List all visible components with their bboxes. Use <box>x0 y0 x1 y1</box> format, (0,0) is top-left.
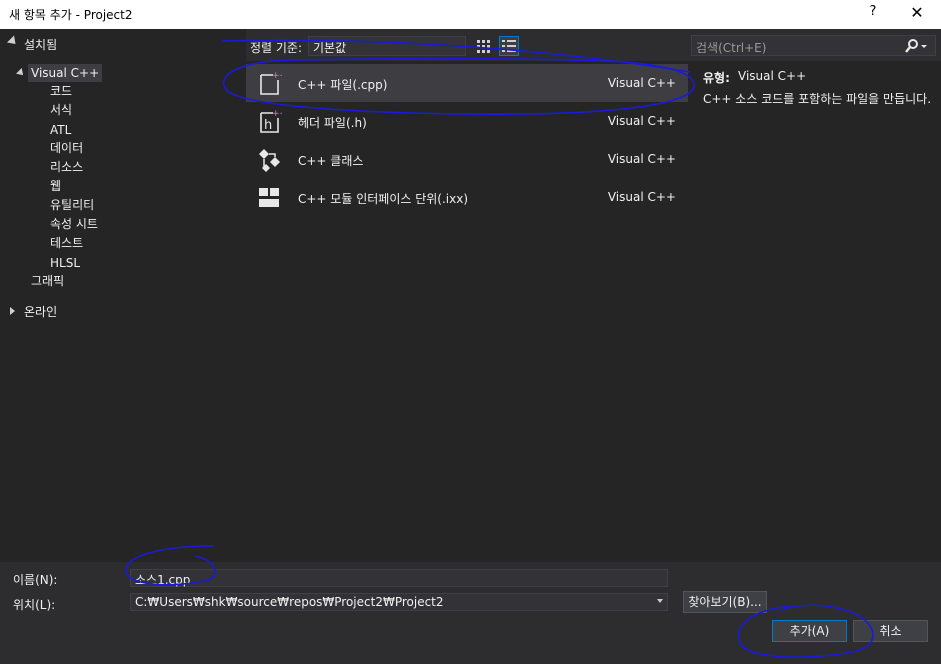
svg-text:h: h <box>264 118 272 133</box>
template-item-cpp-file[interactable]: ++ C++ 파일(.cpp) Visual C++ <box>246 64 688 102</box>
collapsed-arrow-icon[interactable] <box>10 307 15 315</box>
search-input[interactable]: 검색(Ctrl+E) <box>691 35 936 56</box>
template-item-header-file[interactable]: h ++ 헤더 파일(.h) Visual C++ <box>246 102 688 140</box>
close-button[interactable]: ✕ <box>906 3 928 25</box>
template-lang: Visual C++ <box>607 114 676 128</box>
sort-bar: 정렬 기준: 기본값 <box>246 29 688 61</box>
tree-item-web[interactable]: 웹 <box>50 177 61 195</box>
add-button[interactable]: 추가(A) <box>772 620 847 642</box>
tree-item-hlsl[interactable]: HLSL <box>50 254 80 272</box>
details-pane: 유형: Visual C++ C++ 소스 코드를 포함하는 파일을 만듭니다. <box>688 61 941 562</box>
help-button[interactable]: ? <box>864 4 882 24</box>
template-name: C++ 클래스 <box>298 154 364 168</box>
tree-item-visual-cpp[interactable]: Visual C++ <box>28 64 103 82</box>
header-file-icon: h ++ <box>260 109 282 133</box>
location-combobox[interactable]: C:₩Users₩shk₩source₩repos₩Project2₩Proje… <box>130 593 668 611</box>
browse-button[interactable]: 찾아보기(B)... <box>683 591 767 613</box>
search-placeholder: 검색(Ctrl+E) <box>696 41 767 55</box>
class-icon <box>259 149 280 172</box>
tree-item-online[interactable]: 온라인 <box>24 303 57 321</box>
module-icon <box>259 188 279 207</box>
title-bar: 새 항목 추가 - Project2 ? ✕ <box>0 0 941 29</box>
template-item-cpp-class[interactable]: C++ 클래스 Visual C++ <box>246 140 688 178</box>
template-description: C++ 소스 코드를 포함하는 파일을 만듭니다. <box>703 92 932 106</box>
tree-item-property-sheet[interactable]: 속성 시트 <box>50 215 98 233</box>
location-label: 위치(L): <box>13 598 56 612</box>
background-toolbar-strip <box>0 652 941 664</box>
cancel-button[interactable]: 취소 <box>853 620 928 642</box>
name-value: 소스1.cpp <box>135 573 191 587</box>
dropdown-arrow-icon[interactable] <box>657 599 663 603</box>
svg-text:++: ++ <box>272 71 282 81</box>
tree-item-code[interactable]: 코드 <box>50 82 72 100</box>
list-view-icon[interactable] <box>499 36 519 56</box>
tree-item-graphics[interactable]: 그래픽 <box>31 272 64 290</box>
installed-label: 설치됨 <box>24 38 58 52</box>
tree-item-resource[interactable]: 리소스 <box>50 158 83 176</box>
template-lang: Visual C++ <box>607 76 676 90</box>
location-value: C:₩Users₩shk₩source₩repos₩Project2₩Proje… <box>135 595 444 609</box>
expanded-arrow-icon[interactable] <box>16 68 26 78</box>
cpp-file-icon: ++ <box>260 71 282 95</box>
sort-value: 기본값 <box>313 41 347 55</box>
tree-item-utility[interactable]: 유틸리티 <box>50 196 94 214</box>
type-value: Visual C++ <box>738 69 807 83</box>
template-name: C++ 모듈 인터페이스 단위(.ixx) <box>298 192 469 206</box>
template-name: C++ 파일(.cpp) <box>298 78 388 92</box>
sort-label: 정렬 기준: <box>250 41 303 55</box>
category-tree: 설치됨 Visual C++ 코드 서식 ATL 데이터 리소스 웹 유틸리티 … <box>0 29 246 562</box>
template-name: 헤더 파일(.h) <box>298 116 367 130</box>
grid-view-icon[interactable] <box>474 36 494 56</box>
search-icon[interactable] <box>903 38 929 54</box>
name-label: 이름(N): <box>13 573 58 587</box>
tree-item-atl[interactable]: ATL <box>50 121 71 139</box>
type-label: 유형: <box>703 71 730 85</box>
template-lang: Visual C++ <box>607 190 676 204</box>
tree-installed-node[interactable]: 설치됨 <box>0 29 246 57</box>
template-lang: Visual C++ <box>607 152 676 166</box>
item-form: 이름(N): 소스1.cpp 위치(L): C:₩Users₩shk₩sourc… <box>0 562 941 664</box>
tree-item-test[interactable]: 테스트 <box>50 234 83 252</box>
name-input[interactable]: 소스1.cpp <box>130 569 668 587</box>
template-list: ++ C++ 파일(.cpp) Visual C++ h ++ 헤더 파일(.h… <box>246 61 688 562</box>
sort-combobox[interactable]: 기본값 <box>308 36 466 56</box>
tree-item-data[interactable]: 데이터 <box>50 139 83 157</box>
tree-item-format[interactable]: 서식 <box>50 101 72 119</box>
window-title: 새 항목 추가 - Project2 <box>9 8 133 22</box>
expanded-arrow-icon[interactable] <box>6 35 20 48</box>
tree-item-label: Visual C++ <box>31 66 100 80</box>
svg-text:++: ++ <box>272 109 282 119</box>
template-item-module[interactable]: C++ 모듈 인터페이스 단위(.ixx) Visual C++ <box>246 178 688 216</box>
